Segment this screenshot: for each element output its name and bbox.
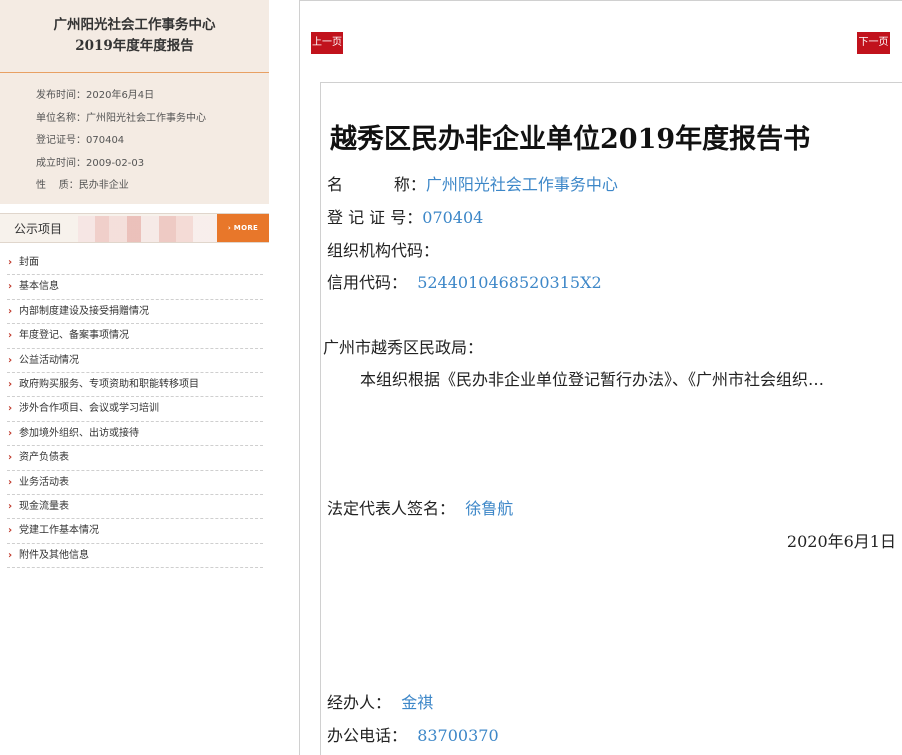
phone-label: 办公电话： — [327, 726, 408, 745]
menu-item-balance-sheet[interactable]: › 资产负债表 — [7, 446, 263, 471]
org-code-label: 组织机构代码： — [327, 241, 440, 260]
prev-page-button[interactable]: 上一页 — [311, 32, 343, 54]
menu-item-annual-registration[interactable]: › 年度登记、备案事项情况 — [7, 324, 263, 349]
phone-row: 办公电话： 83700370 — [327, 722, 499, 746]
legal-rep-row: 法定代表人签名： 徐鲁航 — [327, 495, 513, 519]
name-label: 名 称： — [327, 175, 426, 194]
info-org-name: 单位名称：广州阳光社会工作事务中心 — [36, 112, 206, 124]
info-reg-number: 登记证号：070404 — [36, 135, 125, 146]
addressee: 广州市越秀区民政局： — [323, 338, 484, 357]
next-page-button[interactable]: 下一页 — [857, 32, 890, 54]
credit-code-value: 5244010468520315X2 — [417, 273, 602, 292]
reg-number-row: 登 记 证 号：070404 — [327, 204, 483, 228]
handler-value: 金祺 — [401, 693, 434, 712]
org-title: 广州阳光社会工作事务中心 — [53, 17, 216, 33]
disclosure-menu: › 封面 › 基本信息 › 内部制度建设及接受捐赠情况 › 年度登记、备案事项情况 › 公… — [7, 251, 263, 569]
menu-item-party-building[interactable]: › 党建工作基本情况 — [7, 519, 263, 544]
credit-code-row: 信用代码： 5244010468520315X2 — [327, 269, 602, 293]
org-code-row: 组织机构代码： — [327, 237, 439, 261]
handler-label: 经办人： — [327, 693, 392, 712]
menu-item-cover[interactable]: › 封面 — [7, 251, 263, 276]
arrow-icon: › — [8, 330, 13, 342]
arrow-icon: › — [8, 500, 13, 512]
info-founded-date: 成立时间：2009-02-03 — [36, 157, 145, 169]
menu-item-government-purchase[interactable]: › 政府购买服务、专项资助和职能转移项目 — [7, 373, 263, 398]
reg-number-label: 登 记 证 号： — [327, 208, 423, 227]
org-info-panel: 发布时间：2020年6月4日 单位名称：广州阳光社会工作事务中心 登记证号：07… — [0, 73, 269, 204]
legal-rep-value: 徐鲁航 — [465, 499, 514, 518]
arrow-icon: › — [8, 281, 13, 293]
arrow-icon: › — [8, 549, 13, 561]
section-title: 公示项目 — [14, 222, 63, 236]
arrow-icon: › — [8, 427, 13, 439]
menu-item-foreign-cooperation[interactable]: › 涉外合作项目、会议或学习培训 — [7, 397, 263, 422]
arrow-icon: › — [8, 257, 13, 268]
arrow-icon: › — [8, 378, 13, 390]
arrow-icon: › — [8, 476, 13, 488]
arrow-icon: › — [8, 452, 13, 464]
arrow-icon: › — [8, 403, 13, 415]
more-button[interactable]: › MORE — [217, 214, 269, 242]
reg-number-value: 070404 — [422, 208, 484, 227]
name-value: 广州阳光社会工作事务中心 — [425, 175, 618, 194]
sidebar: 广州阳光社会工作事务中心 2019年度年度报告 发布时间：2020年6月4日 单… — [0, 0, 269, 204]
info-nature: 性 质：民办非企业 — [36, 180, 129, 191]
arrow-icon: › — [8, 354, 13, 366]
menu-item-internal-system[interactable]: › 内部制度建设及接受捐赠情况 — [7, 300, 263, 325]
menu-item-attachments[interactable]: › 附件及其他信息 — [7, 544, 263, 569]
report-date: 2020年6月1日 — [786, 532, 896, 551]
org-header: 广州阳光社会工作事务中心 2019年度年度报告 — [0, 0, 269, 73]
phone-value: 83700370 — [417, 726, 499, 745]
pixelated-banner — [78, 216, 218, 242]
menu-item-overseas-organizations[interactable]: › 参加境外组织、出访或接待 — [7, 422, 263, 447]
section-header: 公示项目 › MORE — [0, 213, 269, 243]
arrow-icon: › — [8, 305, 13, 317]
report-body-text: 本组织根据《民办非企业单位登记暂行办法》、《广州市社会组织… — [360, 370, 825, 389]
menu-item-basic-info[interactable]: › 基本信息 — [7, 275, 263, 300]
report-year-title: 2019年度年度报告 — [75, 38, 194, 54]
arrow-icon: › — [8, 525, 13, 537]
handler-row: 经办人： 金祺 — [327, 689, 433, 713]
credit-code-label: 信用代码： — [327, 273, 408, 292]
name-row: 名 称：广州阳光社会工作事务中心 — [327, 171, 618, 195]
menu-item-activity-statement[interactable]: › 业务活动表 — [7, 471, 263, 495]
legal-rep-label: 法定代表人签名： — [327, 499, 456, 518]
menu-item-cash-flow[interactable]: › 现金流量表 — [7, 495, 263, 520]
info-publish-date: 发布时间：2020年6月4日 — [36, 90, 155, 101]
menu-item-public-welfare[interactable]: › 公益活动情况 — [7, 349, 263, 373]
report-title: 越秀区民办非企业单位2019年度报告书 — [330, 124, 811, 155]
